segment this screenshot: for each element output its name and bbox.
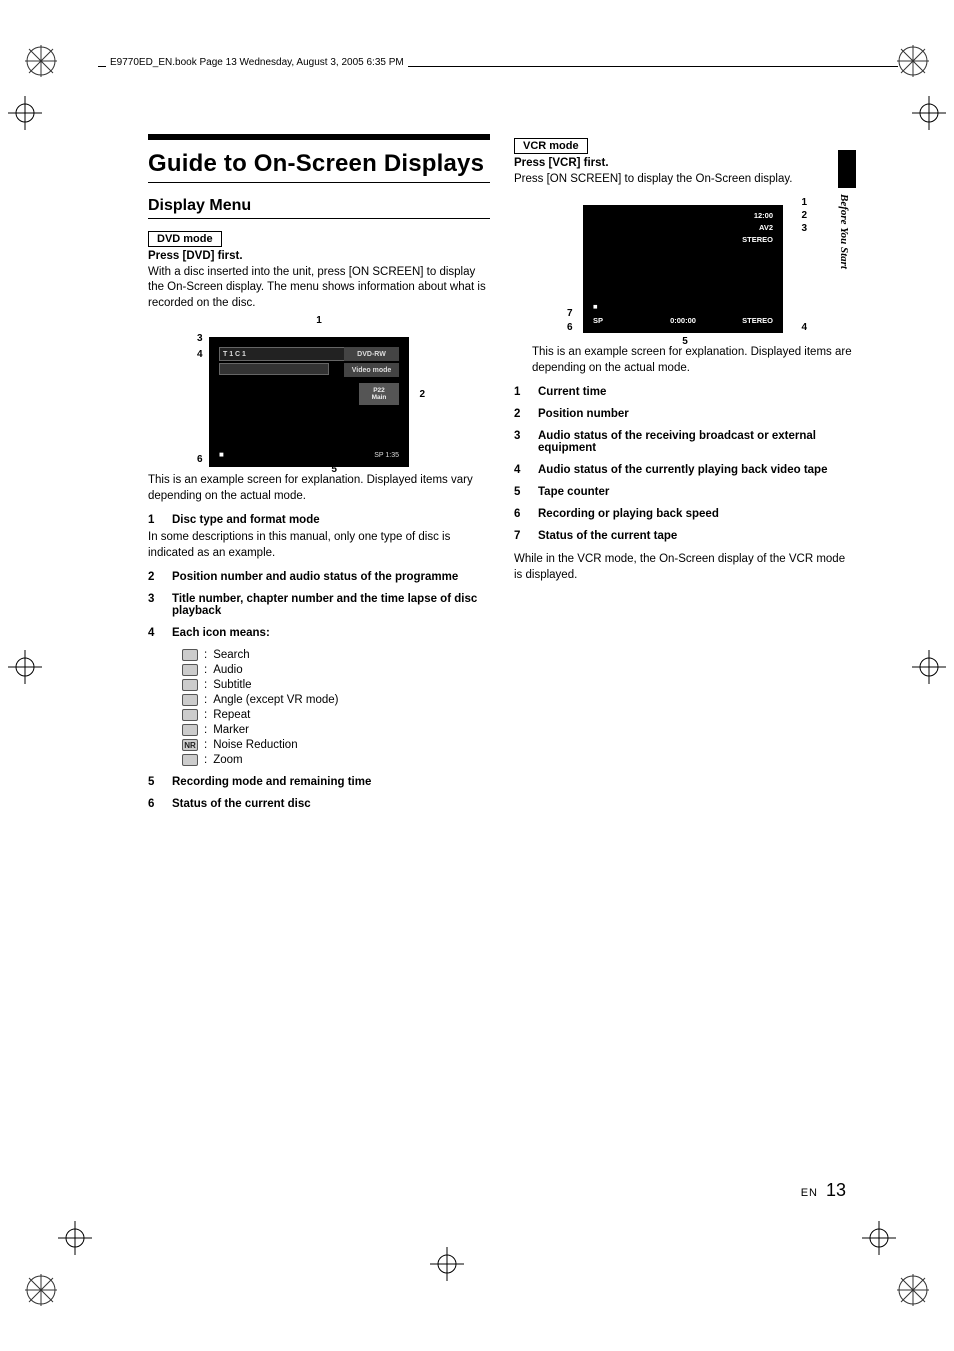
repeat-icon xyxy=(182,709,198,721)
vcr-speed: SP xyxy=(593,316,603,325)
callout-7: 7 xyxy=(565,308,575,319)
dvd-rec-time: SP 1:35 xyxy=(374,452,399,459)
vcr-caption: This is an example screen for explanatio… xyxy=(532,345,856,376)
dvd-caption: This is an example screen for explanatio… xyxy=(148,473,490,504)
footer-page-number: 13 xyxy=(826,1180,846,1201)
crop-target xyxy=(8,650,42,684)
vcr-item-list: 1Current time 2Position number 3Audio st… xyxy=(514,386,856,542)
vcr-tape-status: ■ xyxy=(593,302,598,311)
dvd-press-first: Press [DVD] first. xyxy=(148,250,243,262)
vcr-item-7: Status of the current tape xyxy=(538,530,677,542)
dvd-format-mode: Video mode xyxy=(344,363,399,377)
dvd-paragraph: With a disc inserted into the unit, pres… xyxy=(148,265,490,312)
vcr-audio-out: STEREO xyxy=(742,316,773,325)
vcr-item-3: Audio status of the receiving broadcast … xyxy=(538,430,856,454)
crop-target xyxy=(58,1221,92,1255)
vcr-osd-diagram: 12:00 AV2 STEREO ■ SP 0:00:00 STEREO xyxy=(583,205,783,333)
dvd-item-1: Disc type and format mode xyxy=(172,514,320,526)
callout-1: 1 xyxy=(314,315,324,326)
dvd-item-list: 1Disc type and format mode xyxy=(148,514,490,526)
callout-3: 3 xyxy=(799,223,809,234)
vcr-press-first: Press [VCR] first. xyxy=(514,157,609,169)
header-strip: E9770ED_EN.book Page 13 Wednesday, Augus… xyxy=(56,49,898,83)
noise-reduction-icon: NR xyxy=(182,739,198,751)
vcr-item-1: Current time xyxy=(538,386,606,398)
crop-star-tl xyxy=(24,44,58,78)
page-title: Guide to On-Screen Displays xyxy=(148,150,490,178)
vcr-time: 12:00 xyxy=(754,211,773,220)
crop-star-tr xyxy=(896,44,930,78)
dvd-mode-label: DVD mode xyxy=(148,231,222,247)
dvd-position: P22Main xyxy=(359,383,399,405)
vcr-item-2: Position number xyxy=(538,408,629,420)
angle-icon xyxy=(182,694,198,706)
dvd-item-2: Position number and audio status of the … xyxy=(172,571,458,583)
crop-target xyxy=(430,1247,464,1281)
header-text: E9770ED_EN.book Page 13 Wednesday, Augus… xyxy=(106,56,408,69)
subsection-title: Display Menu xyxy=(148,197,490,215)
search-icon xyxy=(182,649,198,661)
icon-label-angle: Angle (except VR mode) xyxy=(213,694,338,706)
vcr-audio-in: STEREO xyxy=(742,235,773,244)
vcr-item-5: Tape counter xyxy=(538,486,609,498)
zoom-icon xyxy=(182,754,198,766)
dvd-osd-diagram: T 1 C 1○ ◁○▷ DVD-RW Video mode P22Main ■… xyxy=(209,337,409,467)
callout-2: 2 xyxy=(799,210,809,221)
dvd-item-1-extra: In some descriptions in this manual, onl… xyxy=(148,530,490,561)
footer-lang: EN xyxy=(801,1187,818,1199)
vcr-counter: 0:00:00 xyxy=(670,316,696,325)
callout-1: 1 xyxy=(799,197,809,208)
callout-6: 6 xyxy=(565,322,575,333)
vcr-position: AV2 xyxy=(759,223,773,232)
page-footer: EN 13 xyxy=(801,1180,846,1201)
callout-4: 4 xyxy=(799,322,809,333)
audio-icon xyxy=(182,664,198,676)
dvd-item-5: Recording mode and remaining time xyxy=(172,776,371,788)
crop-star-bl xyxy=(24,1273,58,1307)
crop-target xyxy=(912,96,946,130)
icon-label-zoom: Zoom xyxy=(213,754,242,766)
dvd-topbar: T 1 C 1 xyxy=(223,351,246,358)
dvd-item-4: Each icon means: xyxy=(172,627,270,639)
dvd-item-6: Status of the current disc xyxy=(172,798,311,810)
crop-target xyxy=(8,96,42,130)
crop-target xyxy=(862,1221,896,1255)
dvd-icon-legend: :Search :Audio :Subtitle :Angle (except … xyxy=(182,649,490,766)
vcr-paragraph: Press [ON SCREEN] to display the On-Scre… xyxy=(514,172,856,188)
callout-2: 2 xyxy=(417,389,427,400)
callout-3: 3 xyxy=(195,333,205,344)
icon-label-audio: Audio xyxy=(213,664,242,676)
vcr-outro: While in the VCR mode, the On-Screen dis… xyxy=(514,552,856,583)
icon-label-marker: Marker xyxy=(213,724,249,736)
callout-6: 6 xyxy=(195,454,205,465)
callout-4: 4 xyxy=(195,349,205,360)
icon-label-search: Search xyxy=(213,649,249,661)
icon-label-repeat: Repeat xyxy=(213,709,250,721)
subtitle-icon xyxy=(182,679,198,691)
callout-5: 5 xyxy=(680,336,690,347)
marker-icon xyxy=(182,724,198,736)
crop-star-br xyxy=(896,1273,930,1307)
vcr-item-4: Audio status of the currently playing ba… xyxy=(538,464,827,476)
dvd-item-3: Title number, chapter number and the tim… xyxy=(172,593,490,617)
vcr-mode-label: VCR mode xyxy=(514,138,588,154)
icon-label-subtitle: Subtitle xyxy=(213,679,251,691)
icon-label-nr: Noise Reduction xyxy=(213,739,297,751)
dvd-status: ■ xyxy=(219,450,224,459)
vcr-item-6: Recording or playing back speed xyxy=(538,508,719,520)
crop-target xyxy=(912,650,946,684)
dvd-disc-type: DVD-RW xyxy=(344,347,399,361)
